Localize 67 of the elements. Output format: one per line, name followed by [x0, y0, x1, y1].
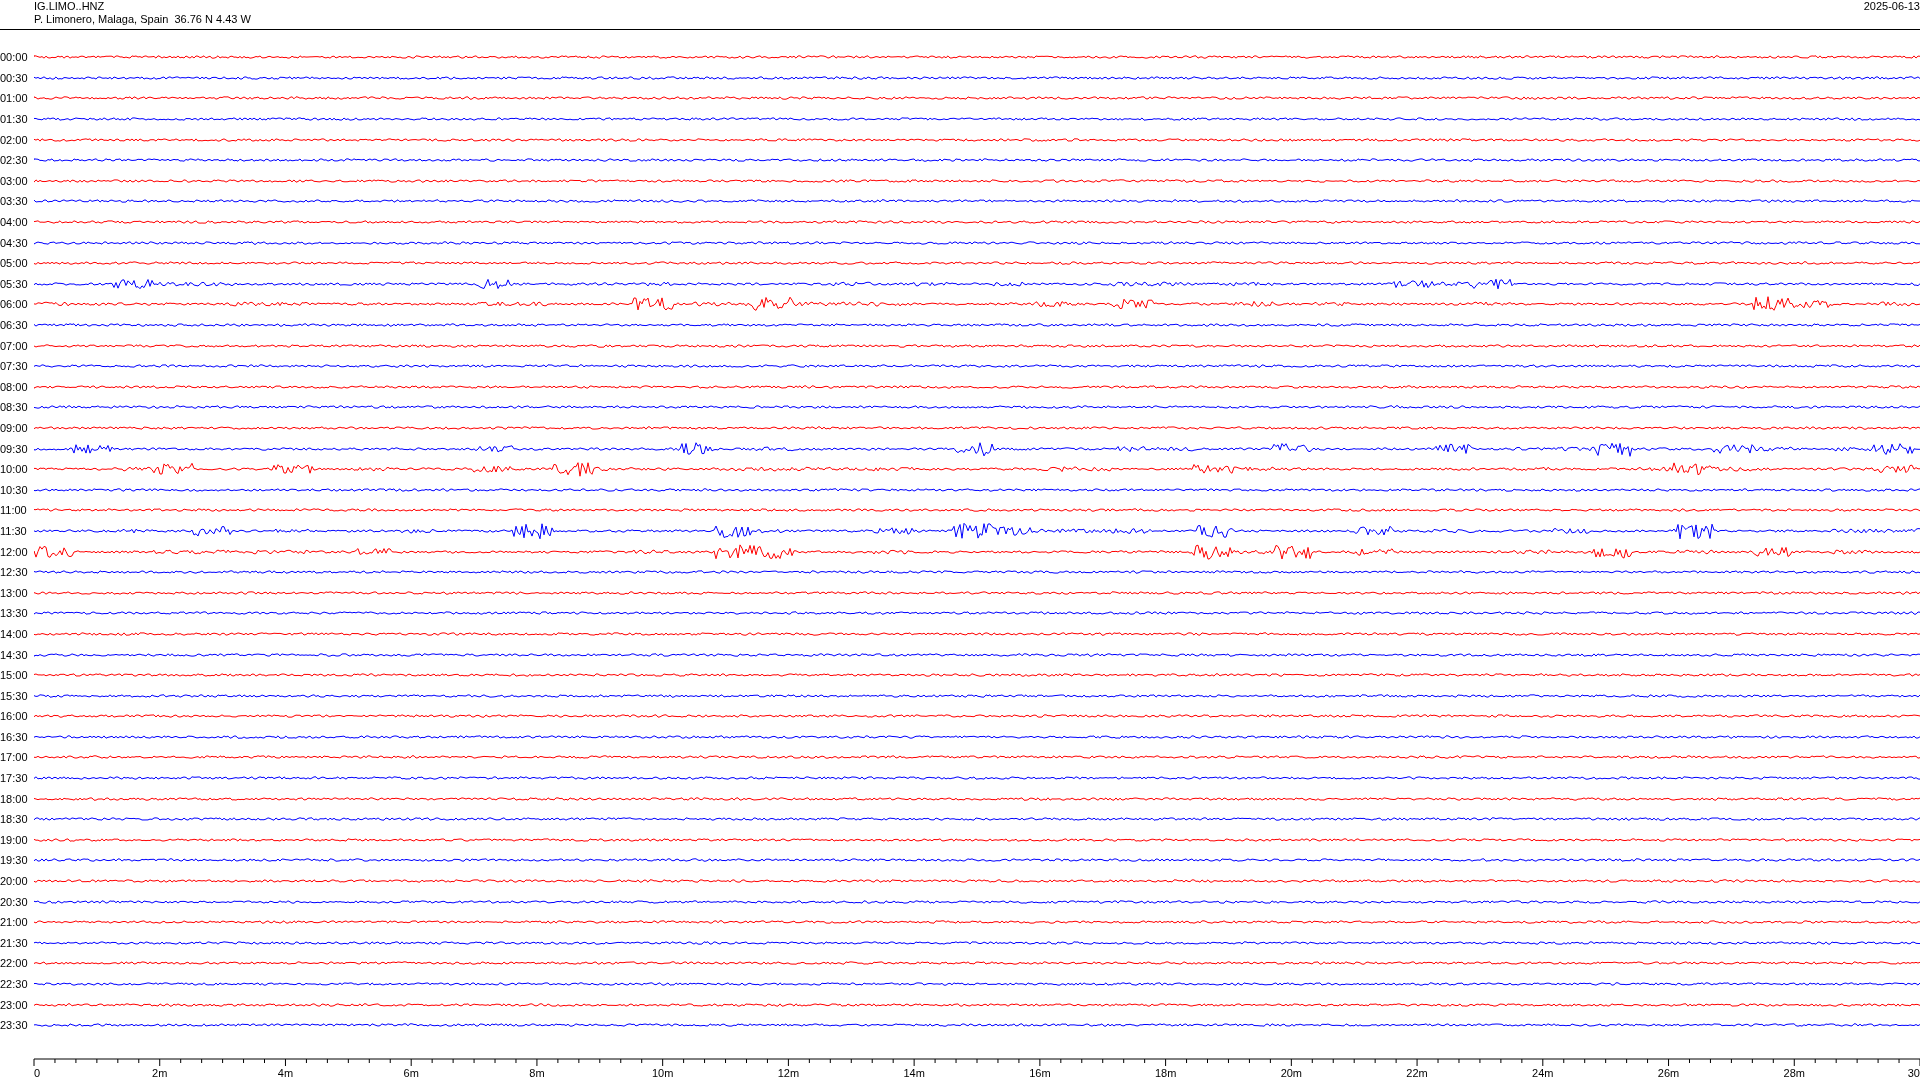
- station-code: IG.LIMO..HNZ: [34, 0, 106, 13]
- time-label: 12:30: [0, 566, 29, 579]
- time-label: 06:00: [0, 298, 29, 311]
- axis-label: 8m: [529, 1066, 545, 1079]
- time-label: 02:30: [0, 154, 29, 167]
- time-label: 23:30: [0, 1019, 29, 1032]
- time-label: 04:00: [0, 216, 29, 229]
- axis-label: 16m: [1029, 1066, 1051, 1079]
- time-label: 00:30: [0, 71, 29, 84]
- time-label: 14:30: [0, 648, 29, 661]
- axis-label: 28m: [1783, 1066, 1805, 1079]
- time-label: 02:00: [0, 133, 29, 146]
- time-label: 08:00: [0, 380, 29, 393]
- time-label: 03:00: [0, 174, 29, 187]
- time-label: 20:00: [0, 875, 29, 888]
- axis-label: 18m: [1154, 1066, 1177, 1079]
- time-label: 00:00: [0, 51, 29, 64]
- axis-label: 20m: [1280, 1066, 1303, 1079]
- time-label: 01:00: [0, 92, 29, 105]
- time-label: 11:00: [0, 504, 28, 517]
- time-label: 18:30: [0, 813, 29, 826]
- time-label: 06:30: [0, 319, 29, 331]
- axis-label: 4m: [277, 1066, 294, 1079]
- time-label: 14:00: [0, 627, 29, 640]
- axis-label: 24m: [1532, 1066, 1554, 1079]
- time-label: 16:00: [0, 710, 29, 723]
- time-label: 05:30: [0, 277, 29, 290]
- time-label: 07:30: [0, 360, 29, 373]
- time-label: 22:00: [0, 957, 29, 970]
- time-label: 16:30: [0, 730, 29, 743]
- axis-label: 22m: [1406, 1066, 1428, 1079]
- time-label: 15:30: [0, 689, 29, 702]
- time-label: 09:30: [0, 442, 29, 455]
- time-label: 15:00: [0, 669, 29, 682]
- time-label: 19:00: [0, 833, 29, 846]
- axis-label: 30: [1907, 1066, 1920, 1079]
- axis-label: 2m: [152, 1066, 168, 1079]
- time-label: 17:30: [0, 772, 29, 785]
- plot-date: 2025-06-13: [1863, 0, 1920, 14]
- time-label: 07:00: [0, 339, 29, 352]
- time-label: 11:30: [0, 524, 28, 537]
- axis-label: 14m: [903, 1066, 925, 1079]
- time-label: 09:00: [0, 422, 29, 434]
- time-label: 04:30: [0, 236, 29, 249]
- axis-label: 10m: [651, 1066, 674, 1079]
- time-label: 23:00: [0, 998, 29, 1011]
- time-label: 21:00: [0, 916, 29, 929]
- time-label: 13:30: [0, 607, 29, 620]
- time-label: 21:30: [0, 936, 29, 949]
- time-label: 17:00: [0, 751, 29, 764]
- axis-label: 0: [34, 1066, 41, 1079]
- station-location: P. Limonero, Malaga, Spain 36.76 N 4.43 W: [34, 13, 251, 26]
- time-label: 19:30: [0, 854, 29, 867]
- time-label: 05:00: [0, 257, 29, 270]
- time-label: 08:30: [0, 401, 29, 414]
- time-label: 20:30: [0, 895, 29, 908]
- time-label: 01:30: [0, 113, 29, 126]
- time-label: 13:00: [0, 586, 29, 599]
- time-label: 22:30: [0, 978, 29, 990]
- time-label: 10:30: [0, 483, 29, 496]
- time-label: 10:00: [0, 463, 29, 476]
- axis-label: 26m: [1657, 1066, 1680, 1079]
- time-label: 12:00: [0, 545, 29, 558]
- time-label: 03:30: [0, 195, 29, 208]
- axis-label: 12m: [777, 1066, 800, 1079]
- axis-label: 6m: [403, 1066, 419, 1079]
- time-label: 18:00: [0, 792, 29, 805]
